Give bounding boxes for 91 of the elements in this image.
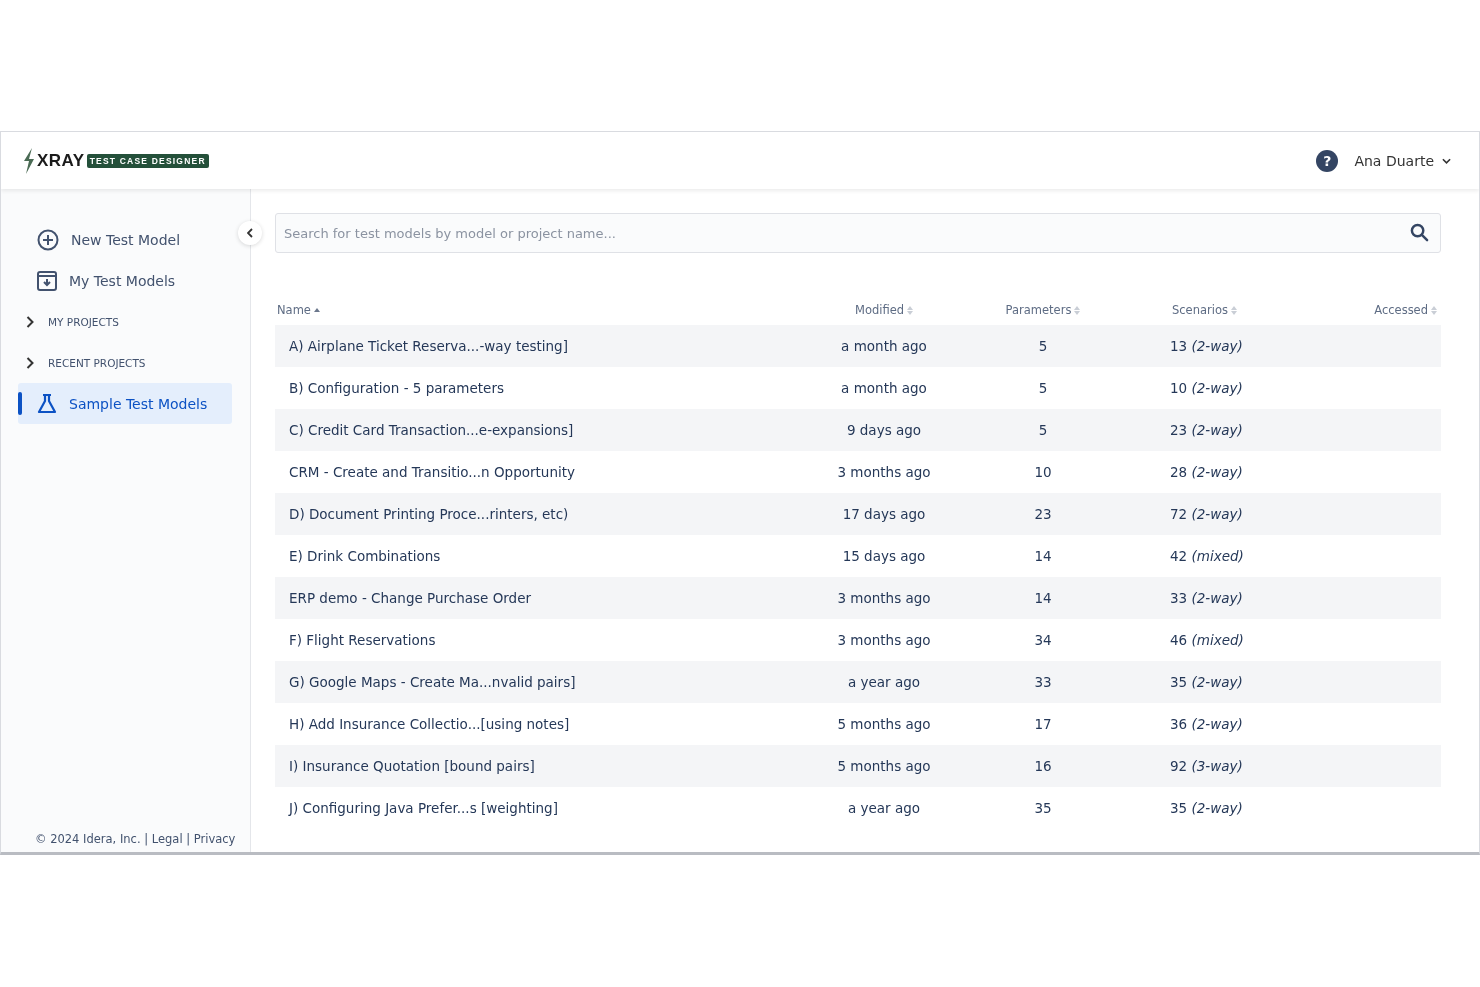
table-cell: E) Drink Combinations [289, 548, 441, 564]
sort-icon [1431, 305, 1437, 315]
footer-text: © 2024 Idera, Inc. | Legal | Privacy [34, 832, 237, 848]
table-cell: 33 [1034, 674, 1052, 690]
table-cell: a month ago [841, 380, 927, 396]
sort-ascending-icon [313, 308, 320, 312]
table-cell: 9 days ago [846, 422, 922, 438]
search-field[interactable]: Search for test models by model or project name... [275, 213, 1441, 253]
table-cell: 23 [1034, 506, 1052, 522]
table-cell: 5 months ago [837, 758, 931, 774]
chevron-icon [26, 356, 34, 369]
table-cell: 14 [1034, 548, 1052, 564]
table-cell: 35 [1034, 800, 1052, 816]
user-menu[interactable]: Ana Duarte [1354, 152, 1451, 169]
column-header[interactable]: Scenarios [1137, 303, 1321, 317]
table-cell: 16 [1034, 758, 1052, 774]
table-cell: 5 [1038, 380, 1048, 396]
search-icon [1410, 223, 1429, 242]
table-cell: CRM - Create and Transitio...n Opportunity [289, 464, 575, 480]
sort-icon [1231, 305, 1237, 315]
download-box-icon [37, 270, 57, 291]
column-header[interactable]: Modified [819, 303, 949, 317]
bolt-icon [23, 147, 35, 174]
table-cell: 36 (2-way) [1170, 716, 1243, 732]
table-cell: 5 [1038, 422, 1048, 438]
table-cell: 5 [1038, 338, 1048, 354]
chevron-down-icon [1442, 157, 1451, 164]
flask-icon [37, 393, 57, 414]
table-cell: 17 [1034, 716, 1052, 732]
table-cell: 3 months ago [837, 464, 931, 480]
table-row[interactable]: E) Drink Combinations 15 days ago 14 42 (mixed) [275, 535, 1441, 577]
table-row[interactable]: B) Configuration - 5 parameters a month ago 5 10 (2-way) [275, 367, 1441, 409]
table-cell: 3 months ago [837, 590, 931, 606]
table-cell: ERP demo - Change Purchase Order [289, 590, 532, 606]
table-cell: 14 [1034, 590, 1052, 606]
table-cell: 17 days ago [842, 506, 926, 522]
logo-wordmark: XRAY [37, 150, 85, 171]
table-cell: 28 (2-way) [1170, 464, 1243, 480]
table-cell: 72 (2-way) [1170, 506, 1243, 522]
table-cell: a year ago [847, 800, 921, 816]
table-cell: 3 months ago [837, 632, 931, 648]
table-cell: J) Configuring Java Prefer...s [weighting] [289, 800, 558, 816]
column-header[interactable]: Parameters [949, 303, 1137, 317]
column-header[interactable]: Accessed [1321, 303, 1441, 317]
table-row[interactable]: G) Google Maps - Create Ma...nvalid pairs] a year ago 33 35 (2-way) [275, 661, 1441, 703]
sidebar-item[interactable]: My Test Models [18, 260, 232, 301]
chevron-icon [26, 315, 34, 328]
table-cell: H) Add Insurance Collectio...[using notes] [289, 716, 570, 732]
sidebar-item[interactable]: New Test Model [18, 219, 232, 260]
add-icon [37, 228, 59, 251]
table-cell: 10 (2-way) [1170, 380, 1243, 396]
logo-badge: TEST CASE DESIGNER [86, 153, 209, 168]
table-cell: D) Document Printing Proce...rinters, etc) [289, 506, 569, 522]
table-cell: 35 (2-way) [1170, 800, 1243, 816]
table-cell: 42 (mixed) [1170, 548, 1244, 564]
table-row[interactable]: D) Document Printing Proce...rinters, etc) 17 days ago 23 72 (2-way) [275, 493, 1441, 535]
sort-icon [907, 305, 914, 315]
sidebar-group[interactable]: MY PROJECTS [18, 301, 119, 342]
sidebar-group[interactable]: RECENT PROJECTS [18, 342, 146, 383]
table-cell: a year ago [847, 674, 921, 690]
table-cell: B) Configuration - 5 parameters [289, 380, 504, 396]
table-cell: 15 days ago [842, 548, 926, 564]
table-cell: 33 (2-way) [1170, 590, 1243, 606]
table-row[interactable]: A) Airplane Ticket Reserva...-way testing] a month ago 5 13 (2-way) [275, 325, 1441, 367]
table-row[interactable]: H) Add Insurance Collectio...[using notes] 5 months ago 17 36 (2-way) [275, 703, 1441, 745]
collapse-button[interactable] [238, 221, 262, 245]
table-row[interactable]: J) Configuring Java Prefer...s [weighting] a year ago 35 35 (2-way) [275, 787, 1441, 829]
table-cell: C) Credit Card Transaction...e-expansions] [289, 422, 574, 438]
table-row[interactable]: F) Flight Reservations 3 months ago 34 46 (mixed) [275, 619, 1441, 661]
table-row[interactable]: C) Credit Card Transaction...e-expansions] 9 days ago 5 23 (2-way) [275, 409, 1441, 451]
chevron-left-icon [247, 228, 253, 238]
table-cell: a month ago [841, 338, 927, 354]
table-cell: F) Flight Reservations [289, 632, 436, 648]
table-cell: 46 (mixed) [1170, 632, 1244, 648]
help-icon[interactable]: ? [1316, 149, 1339, 172]
table-row[interactable]: CRM - Create and Transitio...n Opportunity 3 months ago 10 28 (2-way) [275, 451, 1441, 493]
table-cell: 10 [1034, 464, 1052, 480]
table-cell: I) Insurance Quotation [bound pairs] [289, 758, 535, 774]
table-cell: 5 months ago [837, 716, 931, 732]
table-cell: 13 (2-way) [1170, 338, 1243, 354]
table-cell: 92 (3-way) [1170, 758, 1243, 774]
table-row[interactable]: I) Insurance Quotation [bound pairs] 5 months ago 16 92 (3-way) [275, 745, 1441, 787]
table-cell: 34 [1034, 632, 1052, 648]
sidebar-item[interactable]: Sample Test Models [18, 383, 232, 424]
table-cell: G) Google Maps - Create Ma...nvalid pairs] [289, 674, 576, 690]
sort-icon [1074, 305, 1081, 315]
column-header[interactable]: Name [275, 303, 819, 317]
table-cell: A) Airplane Ticket Reserva...-way testing] [289, 338, 568, 354]
table-cell: 35 (2-way) [1170, 674, 1243, 690]
table-row[interactable]: ERP demo - Change Purchase Order 3 months ago 14 33 (2-way) [275, 577, 1441, 619]
table-cell: 23 (2-way) [1170, 422, 1243, 438]
